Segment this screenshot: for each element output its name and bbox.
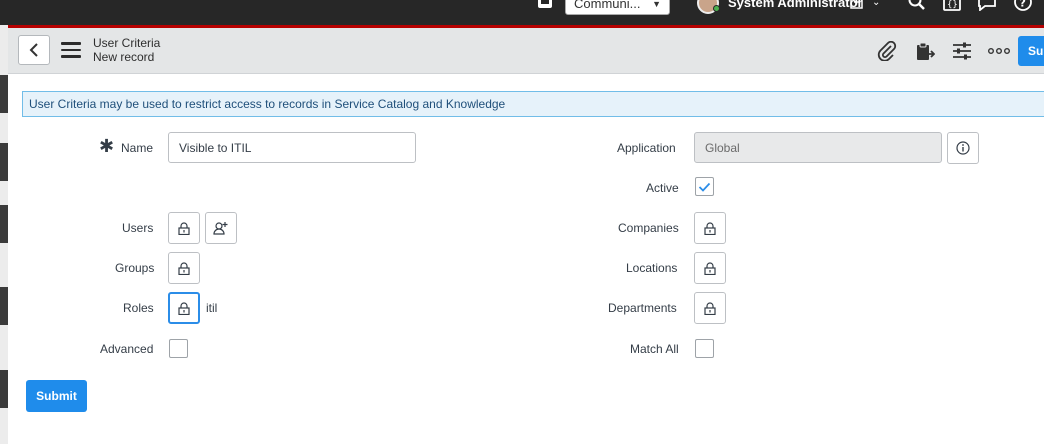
submit-button[interactable]: Submit bbox=[26, 380, 87, 412]
sliders-icon[interactable] bbox=[951, 40, 973, 62]
lock-icon bbox=[178, 261, 190, 275]
menu-icon[interactable] bbox=[61, 42, 81, 58]
presence-dot bbox=[713, 5, 720, 12]
application-field: Global bbox=[694, 132, 942, 163]
svg-text:?: ? bbox=[1020, 0, 1026, 10]
info-banner: User Criteria may be used to restrict ac… bbox=[22, 91, 1044, 117]
paperclip-icon[interactable] bbox=[876, 40, 898, 62]
chevron-down-icon[interactable]: ⌄ bbox=[872, 0, 880, 9]
lock-icon bbox=[704, 301, 716, 315]
header-submit-button[interactable]: Submit bbox=[1018, 36, 1044, 66]
departments-label: Departments bbox=[608, 301, 677, 315]
navigator-edge bbox=[0, 25, 8, 444]
lock-icon bbox=[178, 221, 190, 235]
svg-text:{}: {} bbox=[947, 0, 958, 10]
scope-selector[interactable]: Communi... ▼ bbox=[565, 0, 670, 15]
checkmark-icon bbox=[698, 182, 711, 192]
application-info-button[interactable] bbox=[947, 132, 979, 164]
users-lock-button[interactable] bbox=[168, 212, 200, 244]
match-all-label: Match All bbox=[630, 342, 679, 356]
companies-label: Companies bbox=[618, 221, 679, 235]
dropdown-caret-icon: ▼ bbox=[652, 0, 661, 9]
roles-value: itil bbox=[206, 301, 218, 315]
name-label: Name bbox=[121, 141, 154, 155]
scope-selector-value: Communi... bbox=[574, 0, 641, 11]
roles-label: Roles bbox=[123, 301, 154, 315]
locations-lock-button[interactable] bbox=[694, 252, 726, 284]
users-label: Users bbox=[122, 221, 154, 235]
top-navigation-bar: Communi... ▼ System Administrator ⌄ {} ? bbox=[0, 0, 1044, 25]
back-button[interactable] bbox=[18, 35, 50, 65]
lock-icon bbox=[704, 261, 716, 275]
lock-icon bbox=[178, 301, 190, 315]
chat-bubble-icon[interactable] bbox=[537, 0, 553, 12]
departments-lock-button[interactable] bbox=[694, 292, 726, 324]
application-label: Application bbox=[617, 141, 676, 155]
more-icon[interactable] bbox=[988, 40, 1010, 62]
advanced-label: Advanced bbox=[100, 342, 154, 356]
required-indicator-icon: ✱ bbox=[99, 136, 115, 156]
locations-label: Locations bbox=[626, 261, 678, 275]
chevron-left-icon bbox=[29, 43, 38, 57]
user-name[interactable]: System Administrator bbox=[728, 0, 863, 10]
match-all-checkbox[interactable] bbox=[695, 339, 714, 358]
form-title: User Criteria bbox=[93, 36, 161, 50]
search-icon[interactable] bbox=[908, 0, 926, 13]
lock-icon bbox=[704, 221, 716, 235]
active-label: Active bbox=[646, 181, 679, 195]
advanced-checkbox[interactable] bbox=[169, 339, 188, 358]
name-input[interactable]: Visible to ITIL bbox=[168, 132, 416, 163]
comment-icon[interactable] bbox=[977, 0, 997, 13]
script-icon[interactable]: {} bbox=[943, 0, 961, 13]
groups-lock-button[interactable] bbox=[168, 252, 200, 284]
groups-label: Groups bbox=[115, 261, 155, 275]
clipboard-icon[interactable] bbox=[914, 40, 936, 62]
add-user-button[interactable] bbox=[205, 212, 237, 244]
badge-icon bbox=[850, 0, 863, 11]
form-header: User Criteria New record Submit bbox=[8, 28, 1044, 74]
companies-lock-button[interactable] bbox=[694, 212, 726, 244]
form-subtitle: New record bbox=[93, 50, 155, 64]
active-checkbox[interactable] bbox=[695, 177, 714, 196]
add-user-icon bbox=[213, 222, 228, 235]
help-icon[interactable]: ? bbox=[1013, 0, 1033, 14]
info-icon bbox=[956, 141, 970, 155]
roles-lock-button[interactable] bbox=[168, 292, 200, 324]
